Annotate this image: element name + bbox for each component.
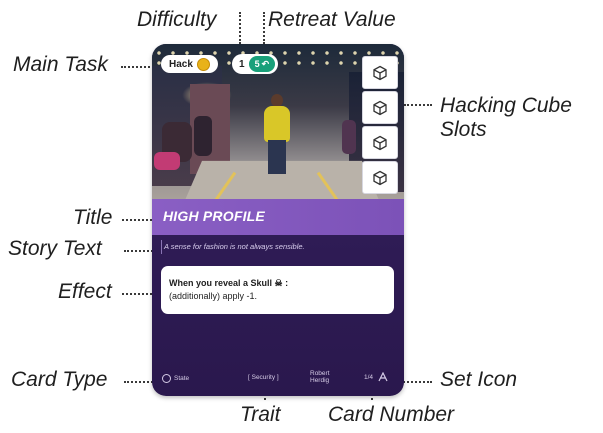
main-task-badge: Hack (161, 55, 218, 73)
artist-line-2: Herdig (310, 377, 330, 384)
story-text: A sense for fashion is not always sensib… (164, 242, 305, 251)
story-divider (161, 240, 162, 254)
card-footer: State [ Security ] Robert Herdig 1/4 (152, 370, 404, 386)
artist-line-1: Robert (310, 370, 330, 377)
main-task-callout: Main Task (13, 53, 108, 76)
difficulty-callout: Difficulty (137, 8, 217, 31)
game-card[interactable]: Hack 1 5 ↶ HIGH PROFILE A sense for fash… (152, 44, 404, 396)
hacking-cube-slot[interactable] (362, 161, 398, 194)
card-number-callout: Card Number (328, 403, 455, 426)
hacking-cube-callout-line2: Slots (440, 118, 487, 141)
retreat-value: 5 (254, 59, 260, 69)
hacking-cube-slot[interactable] (362, 56, 398, 89)
retreat-arrow-icon: ↶ (261, 58, 270, 69)
hacking-cube-slot[interactable] (362, 126, 398, 159)
difficulty-leader (239, 12, 241, 44)
card-title: HIGH PROFILE (163, 208, 265, 224)
difficulty-value: 1 (239, 58, 245, 70)
state-icon (162, 374, 171, 383)
effect-callout: Effect (58, 280, 112, 303)
story-text-callout: Story Text (8, 237, 102, 260)
cube-icon (373, 100, 387, 115)
cube-icon (373, 135, 387, 150)
cube-icon (373, 65, 387, 80)
hacking-cube-callout: Hacking Cube Slots (440, 94, 572, 142)
card-number: 1/4 (364, 374, 374, 381)
card-type-callout: Card Type (11, 368, 108, 391)
hacking-cube-slot[interactable] (362, 91, 398, 124)
hacking-cube-callout-line1: Hacking Cube (440, 94, 572, 117)
hacking-cube-leader (404, 104, 432, 106)
card-trait: [ Security ] (248, 374, 279, 381)
main-task-label: Hack (169, 58, 193, 70)
retreat-leader (263, 12, 265, 44)
set-icon-callout: Set Icon (440, 368, 518, 391)
artist-credit: Robert Herdig (310, 370, 330, 384)
hacking-cube-slots (362, 56, 398, 194)
title-leader (122, 219, 152, 221)
effect-line-2: (additionally) apply -1. (169, 291, 258, 301)
cube-icon (373, 170, 387, 185)
difficulty-badge: 1 5 ↶ (232, 54, 279, 74)
card-type-label: State (174, 375, 190, 382)
gear-coin-icon (196, 57, 210, 71)
card-type: State (162, 374, 189, 383)
trait-callout: Trait (240, 403, 281, 426)
effect-box: When you reveal a Skull ☠ : (additionall… (161, 266, 394, 314)
title-callout: Title (73, 206, 113, 229)
retreat-value-badge: 5 ↶ (248, 56, 276, 72)
set-symbol-icon (378, 372, 388, 382)
title-bar: HIGH PROFILE (152, 199, 404, 235)
retreat-value-callout: Retreat Value (268, 8, 396, 31)
effect-line-1: When you reveal a Skull ☠ : (169, 278, 289, 288)
